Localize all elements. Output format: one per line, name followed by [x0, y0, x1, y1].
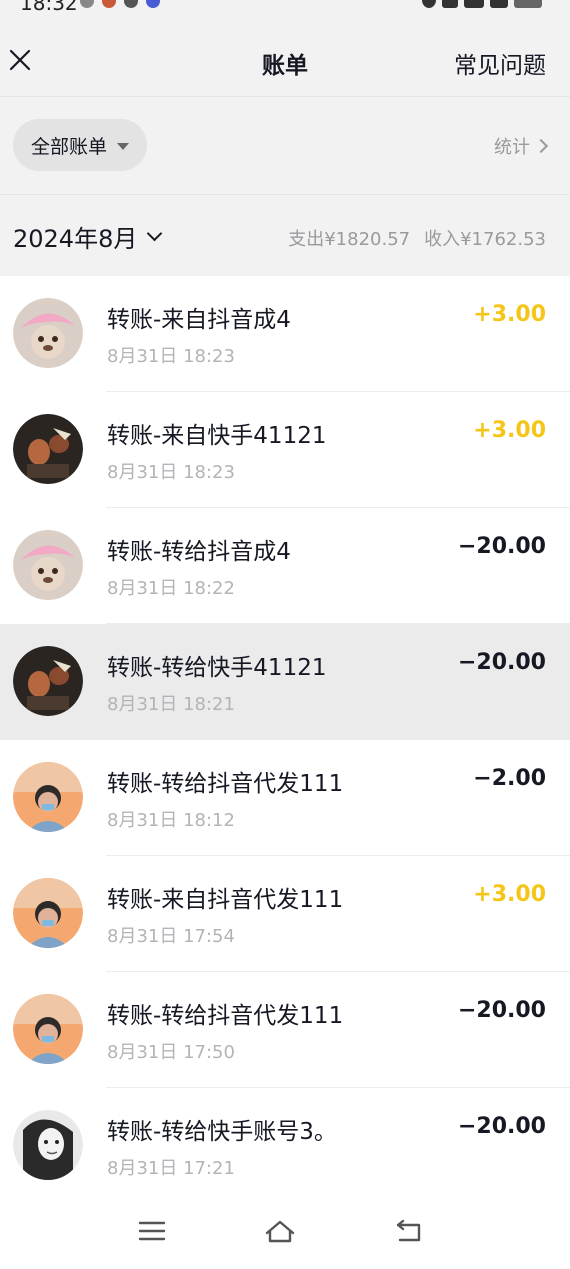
status-bar: 18:32: [0, 0, 570, 14]
bill-filter-dropdown[interactable]: 全部账单: [13, 119, 147, 171]
transaction-amount: +3.00: [473, 882, 546, 907]
transaction-time: 8月31日 18:21: [107, 694, 235, 715]
transaction-row[interactable]: 转账-转给快手41121 8月31日 18:21 −20.00: [0, 624, 570, 740]
status-time: 18:32: [20, 0, 78, 14]
top-nav: 账单 常见问题: [0, 14, 570, 96]
month-totals: 支出¥1820.57 收入¥1762.53: [288, 225, 546, 251]
transaction-title: 转账-转给抖音代发111: [107, 771, 344, 797]
pink-hat-bear-avatar: [13, 298, 83, 368]
transaction-title: 转账-来自抖音代发111: [107, 887, 344, 913]
bill-filter-label: 全部账单: [31, 135, 108, 158]
menu-icon[interactable]: [137, 1218, 167, 1244]
stats-label: 统计: [494, 137, 530, 158]
transaction-row[interactable]: 转账-来自抖音成4 8月31日 18:23 +3.00: [0, 276, 570, 392]
system-icons: [422, 0, 542, 8]
transaction-amount: −2.00: [473, 766, 546, 791]
sunset-person-avatar: [13, 994, 83, 1064]
badge-icon: [146, 0, 160, 8]
signal-icon: [464, 0, 484, 8]
month-picker[interactable]: 2024年8月: [13, 219, 163, 254]
transaction-row[interactable]: 转账-转给抖音成4 8月31日 18:22 −20.00: [0, 508, 570, 624]
system-nav-bar: [0, 1190, 570, 1269]
transaction-time: 8月31日 18:22: [107, 578, 235, 599]
transaction-amount: −20.00: [457, 650, 546, 675]
transaction-amount: −20.00: [457, 534, 546, 559]
back-icon[interactable]: [394, 1218, 424, 1244]
transaction-time: 8月31日 17:50: [107, 1042, 235, 1063]
transaction-amount: +3.00: [473, 418, 546, 443]
transaction-row[interactable]: 转账-转给抖音代发111 8月31日 18:12 −2.00: [0, 740, 570, 856]
transaction-title: 转账-转给抖音代发111: [107, 1003, 344, 1029]
transaction-time: 8月31日 18:23: [107, 346, 235, 367]
wifi-icon: [490, 0, 508, 8]
transaction-title: 转账-来自抖音成4: [107, 307, 291, 333]
month-summary-bar: 2024年8月 支出¥1820.57 收入¥1762.53: [0, 194, 570, 276]
chevron-right-icon: [533, 138, 549, 154]
notification-icons: [80, 0, 160, 8]
dark-photo-avatar: [13, 414, 83, 484]
transaction-row[interactable]: 转账-转给抖音代发111 8月31日 17:50 −20.00: [0, 972, 570, 1088]
filter-bar: 全部账单 统计: [0, 96, 570, 194]
dark-photo-avatar: [13, 646, 83, 716]
home-icon[interactable]: [264, 1218, 296, 1244]
battery-icon: [514, 0, 542, 8]
wechat-icon: [124, 0, 138, 8]
sunset-person-avatar: [13, 762, 83, 832]
transaction-title: 转账-来自快手41121: [107, 423, 327, 449]
faq-link[interactable]: 常见问题: [454, 46, 546, 80]
hd-icon: [442, 0, 458, 8]
expense-total: 支出¥1820.57: [288, 229, 411, 250]
chevron-down-icon: [147, 225, 163, 242]
bw-portrait-avatar: [13, 1110, 83, 1180]
pink-hat-bear-avatar: [13, 530, 83, 600]
transaction-title: 转账-转给抖音成4: [107, 539, 291, 565]
transaction-amount: −20.00: [457, 998, 546, 1023]
transaction-title: 转账-转给快手41121: [107, 655, 327, 681]
income-total: 收入¥1762.53: [424, 229, 546, 250]
transaction-time: 8月31日 18:23: [107, 462, 235, 483]
transaction-row[interactable]: 转账-转给快手账号3。 8月31日 17:21 −20.00: [0, 1088, 570, 1204]
transaction-row[interactable]: 转账-来自快手41121 8月31日 18:23 +3.00: [0, 392, 570, 508]
transaction-list: 转账-来自抖音成4 8月31日 18:23 +3.00 转账-来自快手41121 8月3…: [0, 276, 570, 1204]
transaction-time: 8月31日 18:12: [107, 810, 235, 831]
transaction-amount: +3.00: [473, 302, 546, 327]
transaction-row[interactable]: 转账-来自抖音代发111 8月31日 17:54 +3.00: [0, 856, 570, 972]
sunset-person-avatar: [13, 878, 83, 948]
stats-link[interactable]: 统计: [494, 133, 549, 159]
notification-icon: [80, 0, 94, 8]
transaction-amount: −20.00: [457, 1114, 546, 1139]
month-label: 2024年8月: [13, 225, 138, 253]
transaction-title: 转账-转给快手账号3。: [107, 1119, 337, 1145]
alarm-icon: [422, 0, 436, 8]
transaction-time: 8月31日 17:21: [107, 1158, 235, 1179]
transaction-time: 8月31日 17:54: [107, 926, 235, 947]
caret-down-icon: [117, 142, 130, 150]
app-notification-icon: [102, 0, 116, 8]
